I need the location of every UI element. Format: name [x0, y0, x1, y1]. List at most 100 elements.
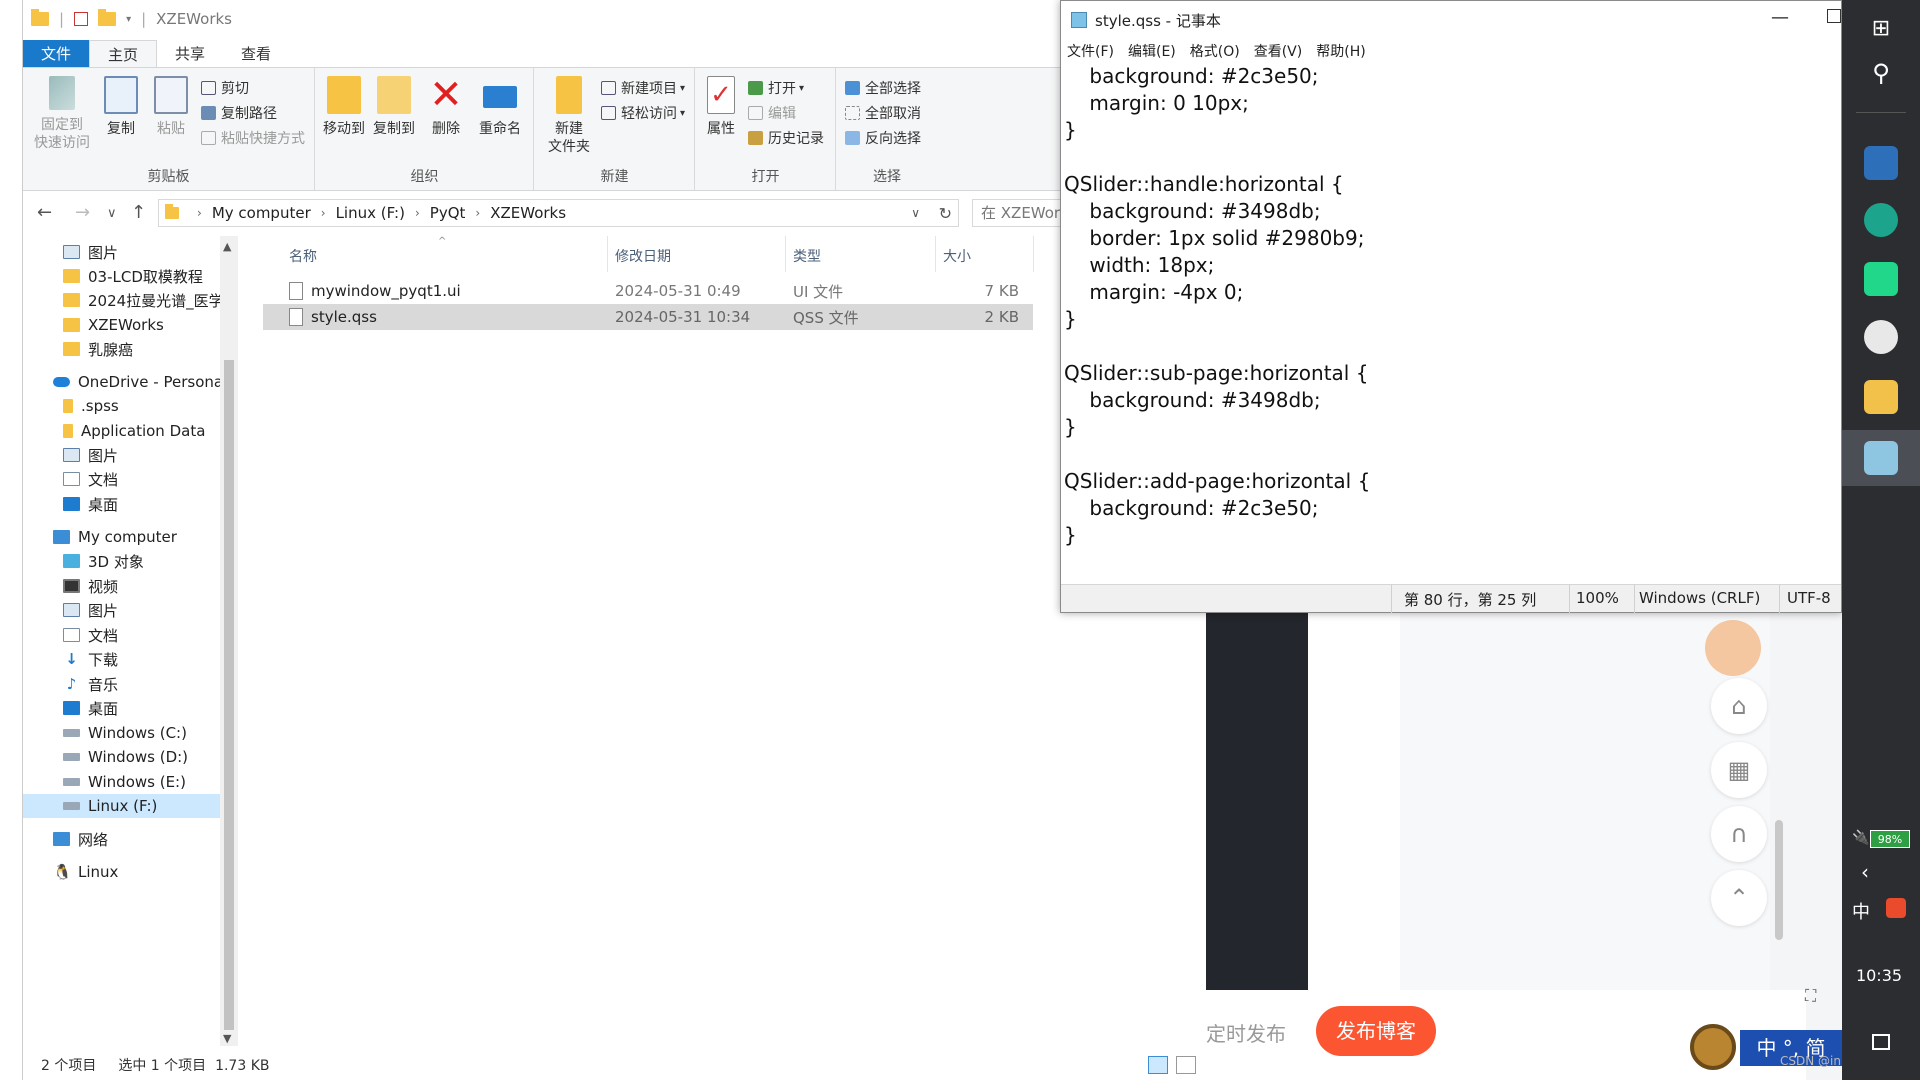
- cut-button[interactable]: 剪切: [201, 78, 249, 98]
- browser-scrollbar-thumb[interactable]: [1775, 820, 1783, 940]
- back-arrow-icon[interactable]: ←: [37, 202, 52, 223]
- column-header-name[interactable]: 名称: [289, 246, 317, 266]
- tab-share[interactable]: 共享: [157, 40, 223, 68]
- minimize-icon[interactable]: —: [1771, 7, 1789, 28]
- app-icon[interactable]: [1864, 320, 1898, 354]
- details-view-icon[interactable]: [1148, 1056, 1168, 1074]
- nav-item[interactable]: .spss: [63, 394, 119, 418]
- sogou-ime-icon[interactable]: [1886, 898, 1906, 918]
- nav-item[interactable]: 桌面: [63, 696, 118, 720]
- nav-scrollbar-thumb[interactable]: [224, 360, 234, 1030]
- nav-item[interactable]: 视频: [63, 574, 118, 598]
- copy-to-button[interactable]: 复制到: [370, 76, 418, 138]
- breadcrumb-item[interactable]: XZEWorks: [490, 204, 566, 222]
- history-button[interactable]: 历史记录: [748, 128, 824, 148]
- nav-item[interactable]: Windows (C:): [63, 721, 187, 745]
- new-folder-quick-icon[interactable]: [98, 9, 117, 26]
- pycharm-icon[interactable]: [1864, 262, 1898, 296]
- copy-path-button[interactable]: 复制路径: [201, 103, 277, 123]
- breadcrumb-item[interactable]: PyQt: [430, 204, 466, 222]
- column-header-size[interactable]: 大小: [943, 246, 971, 266]
- battery-indicator[interactable]: 98%: [1870, 830, 1910, 848]
- properties-button[interactable]: ✓ 属性: [700, 76, 742, 138]
- search-input[interactable]: 在 XZEWorks: [972, 199, 1061, 227]
- menu-format[interactable]: 格式(O): [1190, 41, 1240, 61]
- nav-item[interactable]: 桌面: [63, 492, 118, 516]
- nav-item[interactable]: My computer: [53, 525, 177, 549]
- notification-center-icon[interactable]: [1872, 1034, 1890, 1050]
- nav-item[interactable]: Windows (D:): [63, 745, 188, 769]
- nav-item[interactable]: 图片: [63, 443, 118, 467]
- menu-view[interactable]: 查看(V): [1254, 41, 1303, 61]
- scroll-down-icon[interactable]: ▼: [223, 1032, 231, 1045]
- nav-item[interactable]: 图片📌: [63, 240, 238, 264]
- nav-item[interactable]: 🐧 Linux: [53, 860, 118, 884]
- recent-dropdown-icon[interactable]: ∨: [107, 206, 117, 221]
- file-row[interactable]: mywindow_pyqt1.ui 2024-05-31 0:49 UI 文件 …: [263, 278, 1033, 304]
- nav-item[interactable]: ↓ 下载: [63, 647, 118, 671]
- edit-button[interactable]: 编辑: [748, 103, 796, 123]
- tab-view[interactable]: 查看: [223, 40, 289, 68]
- tab-file[interactable]: 文件: [23, 40, 90, 68]
- mascot-avatar[interactable]: [1705, 620, 1761, 676]
- open-button[interactable]: 打开 ▾: [748, 78, 804, 98]
- coupon-icon[interactable]: ⌂: [1711, 678, 1767, 734]
- notepad-taskbar-icon[interactable]: [1864, 441, 1898, 475]
- qr-code-icon[interactable]: ▦: [1711, 742, 1767, 798]
- new-folder-button[interactable]: 新建 文件夹: [541, 76, 597, 156]
- nav-item[interactable]: 3D 对象: [63, 549, 144, 573]
- fullscreen-toggle-icon[interactable]: ⛶: [1805, 986, 1816, 1006]
- nav-item[interactable]: 乳腺癌: [63, 337, 133, 361]
- select-none-button[interactable]: 全部取消: [845, 103, 921, 123]
- nav-item-selected[interactable]: Linux (F:): [23, 794, 220, 818]
- nav-item[interactable]: 图片: [63, 598, 118, 622]
- rename-button[interactable]: 重命名: [472, 76, 528, 138]
- clock-time[interactable]: 10:35: [1840, 966, 1918, 985]
- up-arrow-icon[interactable]: ↑: [131, 202, 146, 223]
- file-explorer-taskbar-icon[interactable]: [1864, 380, 1898, 414]
- chevron-left-icon[interactable]: ‹: [1826, 860, 1904, 884]
- ime-indicator[interactable]: 中: [1852, 898, 1870, 924]
- task-view-icon[interactable]: [1864, 146, 1898, 180]
- nav-item[interactable]: 03-LCD取模教程: [63, 264, 203, 288]
- scroll-up-icon[interactable]: ▲: [223, 240, 231, 253]
- edge-browser-icon[interactable]: [1864, 203, 1898, 237]
- nav-item[interactable]: ♪ 音乐: [63, 672, 118, 696]
- breadcrumb-item[interactable]: Linux (F:): [336, 204, 405, 222]
- nav-item[interactable]: 文档: [63, 467, 118, 491]
- column-header-type[interactable]: 类型: [793, 246, 821, 266]
- nav-item[interactable]: 网络: [53, 827, 108, 851]
- delete-button[interactable]: ✕ 删除: [426, 75, 466, 138]
- nav-item[interactable]: Application Data: [63, 419, 205, 443]
- nav-item[interactable]: 2024拉曼光谱_医学: [63, 288, 224, 312]
- file-row-selected[interactable]: style.qss 2024-05-31 10:34 QSS 文件 2 KB: [263, 304, 1033, 330]
- nav-item[interactable]: XZEWorks: [63, 313, 164, 337]
- tab-home[interactable]: 主页: [89, 40, 158, 68]
- maximize-icon[interactable]: [1827, 9, 1841, 23]
- quick-access-dropdown-icon[interactable]: ▾: [126, 14, 131, 25]
- properties-quick-icon[interactable]: [74, 12, 89, 26]
- menu-edit[interactable]: 编辑(E): [1128, 41, 1176, 61]
- refresh-icon[interactable]: ↻: [939, 204, 952, 223]
- column-header-date[interactable]: 修改日期: [615, 246, 671, 266]
- start-windows-icon[interactable]: ⊞: [1864, 12, 1898, 46]
- menu-file[interactable]: 文件(F): [1067, 41, 1114, 61]
- new-item-button[interactable]: 新建项目 ▾: [601, 78, 685, 98]
- address-bar[interactable]: › My computer › Linux (F:) › PyQt › XZEW…: [158, 199, 959, 227]
- menu-help[interactable]: 帮助(H): [1316, 41, 1365, 61]
- back-to-top-icon[interactable]: ⌃: [1711, 870, 1767, 926]
- publish-blog-button[interactable]: 发布博客: [1316, 1006, 1436, 1056]
- nav-item[interactable]: Windows (E:): [63, 770, 186, 794]
- move-to-button[interactable]: 移动到: [320, 76, 368, 138]
- schedule-publish-button[interactable]: 定时发布: [1206, 1018, 1286, 1047]
- easy-access-button[interactable]: 轻松访问 ▾: [601, 103, 685, 123]
- select-all-button[interactable]: 全部选择: [845, 78, 921, 98]
- breadcrumb-item[interactable]: My computer: [212, 204, 311, 222]
- copy-button[interactable]: 复制: [97, 76, 145, 138]
- nav-item[interactable]: 文档: [63, 623, 118, 647]
- invert-selection-button[interactable]: 反向选择: [845, 128, 921, 148]
- notepad-text-area[interactable]: background: #2c3e50; margin: 0 10px; } Q…: [1061, 63, 1841, 585]
- forward-arrow-icon[interactable]: →: [75, 202, 90, 223]
- search-icon[interactable]: ⚲: [1864, 56, 1898, 90]
- headset-icon[interactable]: ∩: [1711, 806, 1767, 862]
